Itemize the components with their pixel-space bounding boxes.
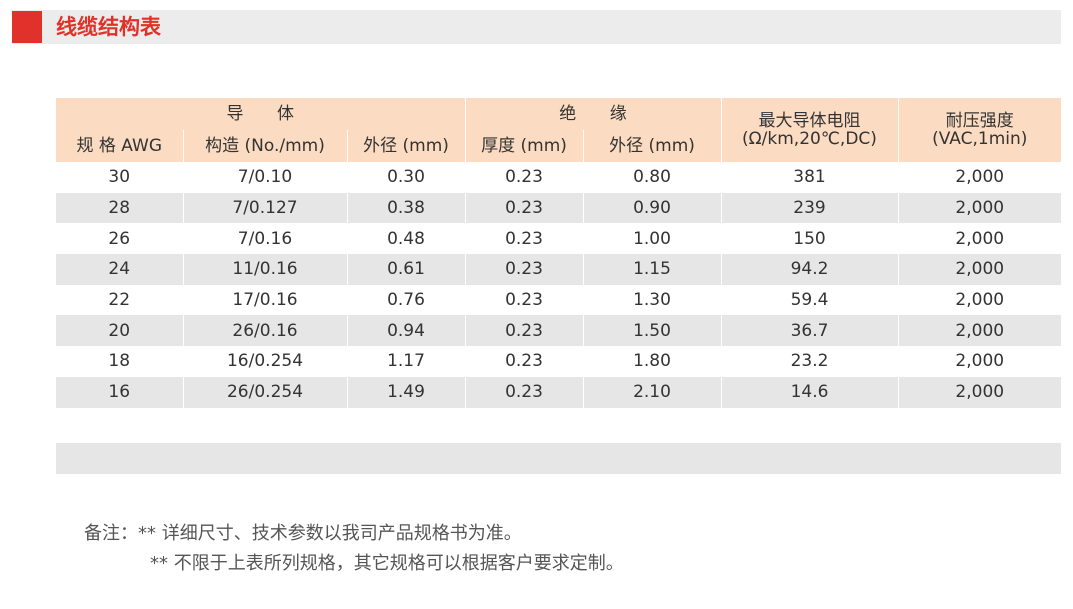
cell-voltage: 2,000 [898, 192, 1061, 224]
cell-construction: 17/0.16 [183, 284, 348, 316]
cell-thickness: 0.23 [465, 284, 584, 316]
table-row: 26 7/0.16 0.48 0.23 1.00 150 2,000 [56, 223, 1061, 255]
cell-resistance: 36.7 [721, 315, 899, 347]
cell-voltage: 2,000 [898, 162, 1061, 193]
note-line-1: 备注：** 详细尺寸、技术参数以我司产品规格书为准。 [84, 523, 522, 544]
cell-thickness: 0.23 [465, 223, 584, 255]
cell-insulation-od: 2.10 [583, 376, 722, 408]
cell-awg: 26 [56, 223, 184, 255]
title-accent-square [12, 11, 42, 43]
cell-conductor-od: 1.17 [347, 346, 466, 377]
cell-awg: 30 [56, 162, 184, 193]
cable-structure-table: 导 体 绝 缘 最大导体电阻 (Ω/km,20℃,DC) 耐压强度 (VAC,1… [56, 98, 1061, 408]
cell-conductor-od: 0.38 [347, 192, 466, 224]
section-title-bar: 线缆结构表 [12, 10, 1061, 44]
cell-thickness: 0.23 [465, 315, 584, 347]
cell-construction: 7/0.127 [183, 192, 348, 224]
header-resistance-label: 最大导体电阻 [758, 111, 861, 131]
cell-voltage: 2,000 [898, 346, 1061, 377]
header-voltage: 耐压强度 (VAC,1min) [898, 98, 1061, 162]
cell-resistance: 239 [721, 192, 899, 224]
cell-thickness: 0.23 [465, 376, 584, 408]
cell-awg: 28 [56, 192, 184, 224]
cell-resistance: 381 [721, 162, 899, 193]
cell-insulation-od: 1.15 [583, 254, 722, 285]
table-row: 20 26/0.16 0.94 0.23 1.50 36.7 2,000 [56, 315, 1061, 347]
cell-insulation-od: 1.00 [583, 223, 722, 255]
cell-thickness: 0.23 [465, 346, 584, 377]
cell-construction: 26/0.16 [183, 315, 348, 347]
cell-insulation-od: 1.50 [583, 315, 722, 347]
cell-conductor-od: 0.61 [347, 254, 466, 285]
header-insulation-od: 外径 (mm) [583, 130, 722, 162]
cell-thickness: 0.23 [465, 162, 584, 193]
header-construction: 构造 (No./mm) [183, 130, 348, 162]
header-voltage-unit: (VAC,1min) [932, 129, 1028, 149]
cell-construction: 7/0.16 [183, 223, 348, 255]
header-resistance-unit: (Ω/km,20℃,DC) [742, 129, 877, 149]
cell-insulation-od: 0.90 [583, 192, 722, 224]
cell-resistance: 59.4 [721, 284, 899, 316]
table-row: 22 17/0.16 0.76 0.23 1.30 59.4 2,000 [56, 284, 1061, 316]
cell-awg: 18 [56, 346, 184, 377]
table-row: 28 7/0.127 0.38 0.23 0.90 239 2,000 [56, 192, 1061, 224]
cell-voltage: 2,000 [898, 254, 1061, 285]
table-row: 16 26/0.254 1.49 0.23 2.10 14.6 2,000 [56, 376, 1061, 408]
cell-thickness: 0.23 [465, 192, 584, 224]
cell-voltage: 2,000 [898, 376, 1061, 408]
header-insulation: 绝 缘 [465, 98, 722, 130]
note-line-2: ** 不限于上表所列规格，其它规格可以根据客户要求定制。 [150, 553, 624, 574]
cell-conductor-od: 0.94 [347, 315, 466, 347]
cell-awg: 24 [56, 254, 184, 285]
table-row: 18 16/0.254 1.17 0.23 1.80 23.2 2,000 [56, 346, 1061, 377]
cell-resistance: 23.2 [721, 346, 899, 377]
header-conductor: 导 体 [56, 98, 466, 130]
cell-voltage: 2,000 [898, 223, 1061, 255]
header-thickness: 厚度 (mm) [465, 130, 584, 162]
table-row: 24 11/0.16 0.61 0.23 1.15 94.2 2,000 [56, 254, 1061, 285]
cell-insulation-od: 1.30 [583, 284, 722, 316]
cell-awg: 20 [56, 315, 184, 347]
cell-awg: 22 [56, 284, 184, 316]
cell-conductor-od: 1.49 [347, 376, 466, 408]
table-footer-bar [56, 443, 1061, 474]
cell-voltage: 2,000 [898, 315, 1061, 347]
cell-construction: 11/0.16 [183, 254, 348, 285]
header-voltage-label: 耐压强度 [945, 111, 1014, 131]
header-conductor-od: 外径 (mm) [347, 130, 466, 162]
cell-conductor-od: 0.76 [347, 284, 466, 316]
cell-resistance: 14.6 [721, 376, 899, 408]
cell-conductor-od: 0.30 [347, 162, 466, 193]
cell-resistance: 94.2 [721, 254, 899, 285]
cell-conductor-od: 0.48 [347, 223, 466, 255]
cell-awg: 16 [56, 376, 184, 408]
table-row: 30 7/0.10 0.30 0.23 0.80 381 2,000 [56, 162, 1061, 193]
header-awg: 规 格 AWG [56, 130, 184, 162]
cell-construction: 26/0.254 [183, 376, 348, 408]
cell-resistance: 150 [721, 223, 899, 255]
cell-construction: 16/0.254 [183, 346, 348, 377]
cell-construction: 7/0.10 [183, 162, 348, 193]
notes: 备注：** 详细尺寸、技术参数以我司产品规格书为准。 ** 不限于上表所列规格，… [84, 519, 624, 579]
cell-insulation-od: 0.80 [583, 162, 722, 193]
cell-thickness: 0.23 [465, 254, 584, 285]
section-title: 线缆结构表 [56, 15, 161, 39]
table-body: 30 7/0.10 0.30 0.23 0.80 381 2,000 28 7/… [56, 162, 1061, 408]
cell-voltage: 2,000 [898, 284, 1061, 316]
header-resistance: 最大导体电阻 (Ω/km,20℃,DC) [721, 98, 899, 162]
cell-insulation-od: 1.80 [583, 346, 722, 377]
